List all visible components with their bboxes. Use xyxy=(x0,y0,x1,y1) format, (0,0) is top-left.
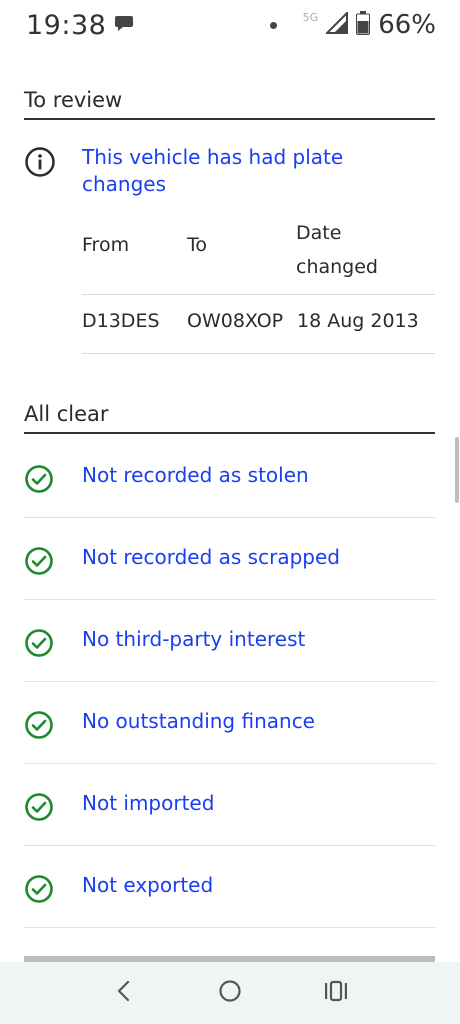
table-cell-to: OW08XOP xyxy=(187,310,284,332)
all-clear-list: Not recorded as stolen Not recorded as s… xyxy=(24,436,435,928)
check-circle-icon xyxy=(24,628,54,662)
list-item-label[interactable]: Not imported xyxy=(82,791,214,815)
table-header-to: To xyxy=(187,234,208,256)
back-chevron-icon xyxy=(116,980,132,1006)
to-review-heading: To review xyxy=(24,88,435,120)
status-right: 5G 66% xyxy=(269,10,436,40)
recents-button[interactable] xyxy=(321,978,351,1008)
info-circle-icon xyxy=(24,146,56,182)
notification-dot-icon xyxy=(269,21,277,29)
list-item[interactable]: No third-party interest xyxy=(24,600,435,682)
list-item-label[interactable]: Not recorded as stolen xyxy=(82,463,309,487)
table-header-date-changed: Date changed xyxy=(296,222,378,278)
battery-icon xyxy=(356,11,371,39)
system-nav-bar xyxy=(0,962,460,1024)
scrollbar[interactable] xyxy=(455,437,459,503)
check-circle-icon xyxy=(24,710,54,744)
all-clear-heading: All clear xyxy=(24,402,435,434)
battery-percent: 66% xyxy=(378,10,436,40)
table-header-from: From xyxy=(82,234,130,256)
table-divider xyxy=(82,353,435,354)
list-item[interactable]: Not recorded as scrapped xyxy=(24,518,435,600)
table-divider xyxy=(82,294,435,295)
check-circle-icon xyxy=(24,874,54,908)
back-button[interactable] xyxy=(109,978,139,1008)
check-circle-icon xyxy=(24,546,54,580)
status-time: 19:38 xyxy=(26,9,107,41)
recents-icon xyxy=(324,980,348,1006)
status-left: 19:38 xyxy=(26,10,134,41)
list-item[interactable]: Not recorded as stolen xyxy=(24,436,435,518)
check-circle-icon xyxy=(24,792,54,826)
home-button[interactable] xyxy=(215,978,245,1008)
list-item-label[interactable]: Not exported xyxy=(82,873,213,897)
list-item[interactable]: No outstanding finance xyxy=(24,682,435,764)
list-item-label[interactable]: Not recorded as scrapped xyxy=(82,545,340,569)
check-circle-icon xyxy=(24,464,54,498)
list-item[interactable]: Not exported xyxy=(24,846,435,928)
chat-notification-icon xyxy=(114,14,134,36)
list-item[interactable]: Not imported xyxy=(24,764,435,846)
list-item-label[interactable]: No third-party interest xyxy=(82,627,305,651)
status-bar: 19:38 5G 66% xyxy=(0,0,460,50)
network-type: 5G xyxy=(302,10,319,24)
list-item-label[interactable]: No outstanding finance xyxy=(82,709,315,733)
plate-changes-link[interactable]: This vehicle has had plate changes xyxy=(82,144,402,198)
table-cell-date: 18 Aug 2013 xyxy=(297,310,419,332)
table-cell-from: D13DES xyxy=(82,310,160,332)
signal-icon xyxy=(324,10,349,38)
home-circle-icon xyxy=(218,979,242,1007)
